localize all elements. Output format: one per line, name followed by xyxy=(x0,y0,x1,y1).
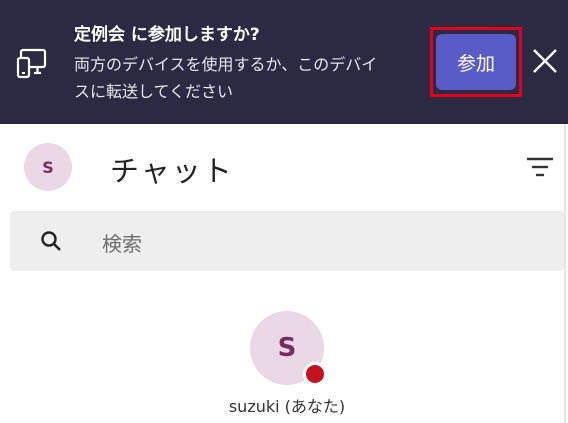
user-avatar[interactable]: S xyxy=(24,143,72,191)
profile-name: suzuki (あなた) xyxy=(228,397,346,416)
close-icon[interactable] xyxy=(530,46,560,76)
status-indicator xyxy=(303,362,327,386)
filter-icon[interactable] xyxy=(524,153,556,181)
banner-message: 両方のデバイスを使用するか、このデバイ スに転送してください xyxy=(74,51,434,105)
divider xyxy=(564,124,566,423)
search-placeholder: 検索 xyxy=(102,232,142,256)
page-title: チャット xyxy=(110,154,234,188)
search-icon xyxy=(41,231,61,251)
join-button[interactable]: 参加 xyxy=(436,34,516,90)
banner-message-line-1: 両方のデバイスを使用するか、このデバイ xyxy=(74,55,378,74)
banner-title: 定例会 に参加しますか? xyxy=(74,25,260,45)
join-meeting-banner: 定例会 に参加しますか? 両方のデバイスを使用するか、このデバイ スに転送してく… xyxy=(0,0,568,124)
search-input[interactable]: 検索 xyxy=(10,211,564,271)
device-transfer-icon xyxy=(16,48,47,79)
banner-message-line-2: スに転送してください xyxy=(74,82,234,101)
